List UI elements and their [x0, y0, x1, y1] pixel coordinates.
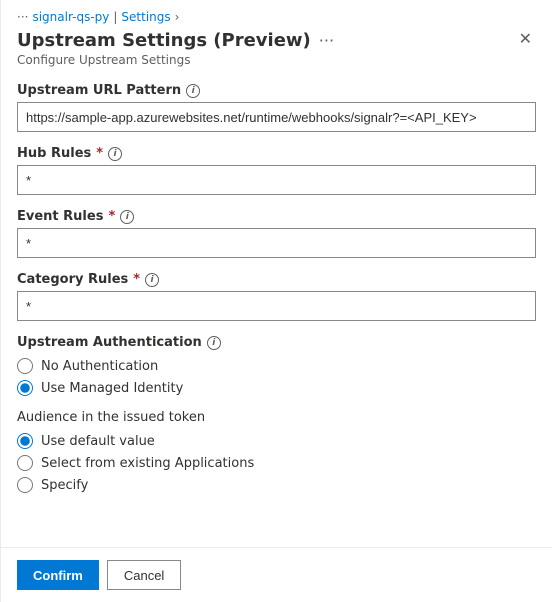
panel: ··· signalr-qs-py | Settings › Upstream …	[0, 0, 552, 602]
radio-no-auth[interactable]: No Authentication	[17, 358, 536, 374]
radio-existing-apps-label: Select from existing Applications	[41, 456, 254, 471]
radio-no-auth-label: No Authentication	[41, 359, 158, 374]
radio-no-auth-input[interactable]	[17, 358, 33, 374]
form-content: Upstream URL Pattern i Hub Rules * i Eve…	[1, 79, 552, 547]
category-rules-group: Category Rules * i	[17, 272, 536, 321]
header: Upstream Settings (Preview) ··· ✕	[1, 28, 552, 53]
breadcrumb-resource[interactable]: signalr-qs-py	[32, 10, 109, 24]
event-rules-label: Event Rules * i	[17, 209, 536, 224]
radio-default-value-label: Use default value	[41, 434, 155, 449]
hub-rules-info-icon[interactable]: i	[108, 147, 122, 161]
audience-options: Use default value Select from existing A…	[17, 433, 536, 493]
hub-rules-label: Hub Rules * i	[17, 146, 536, 161]
hub-rules-group: Hub Rules * i	[17, 146, 536, 195]
url-pattern-label: Upstream URL Pattern i	[17, 83, 536, 98]
radio-managed-identity-label: Use Managed Identity	[41, 381, 183, 396]
cancel-button[interactable]: Cancel	[107, 560, 181, 590]
radio-specify-label: Specify	[41, 478, 88, 493]
panel-subtitle: Configure Upstream Settings	[1, 53, 552, 79]
url-pattern-input[interactable]	[17, 102, 536, 132]
upstream-auth-options: No Authentication Use Managed Identity	[17, 358, 536, 396]
category-rules-info-icon[interactable]: i	[145, 273, 159, 287]
category-rules-label: Category Rules * i	[17, 272, 536, 287]
radio-specify[interactable]: Specify	[17, 477, 536, 493]
event-rules-group: Event Rules * i	[17, 209, 536, 258]
hub-rules-input[interactable]	[17, 165, 536, 195]
header-more-icon[interactable]: ···	[319, 31, 334, 50]
radio-default-value-input[interactable]	[17, 433, 33, 449]
upstream-auth-info-icon[interactable]: i	[207, 336, 221, 350]
radio-default-value[interactable]: Use default value	[17, 433, 536, 449]
header-left: Upstream Settings (Preview) ···	[17, 30, 334, 51]
footer: Confirm Cancel	[1, 547, 552, 602]
category-rules-input[interactable]	[17, 291, 536, 321]
audience-label: Audience in the issued token	[17, 410, 536, 425]
url-pattern-info-icon[interactable]: i	[186, 84, 200, 98]
audience-group: Audience in the issued token Use default…	[17, 410, 536, 493]
breadcrumb-settings[interactable]: Settings	[121, 10, 170, 24]
event-rules-input[interactable]	[17, 228, 536, 258]
radio-managed-identity-input[interactable]	[17, 380, 33, 396]
event-rules-info-icon[interactable]: i	[120, 210, 134, 224]
confirm-button[interactable]: Confirm	[17, 560, 99, 590]
breadcrumb-separator: |	[113, 10, 117, 24]
url-pattern-group: Upstream URL Pattern i	[17, 83, 536, 132]
breadcrumb: ··· signalr-qs-py | Settings ›	[1, 0, 552, 28]
radio-existing-apps[interactable]: Select from existing Applications	[17, 455, 536, 471]
upstream-auth-label: Upstream Authentication i	[17, 335, 536, 350]
close-button[interactable]: ✕	[515, 30, 536, 50]
radio-existing-apps-input[interactable]	[17, 455, 33, 471]
radio-specify-input[interactable]	[17, 477, 33, 493]
breadcrumb-arrow: ›	[175, 10, 180, 24]
page-title: Upstream Settings (Preview)	[17, 30, 311, 51]
radio-managed-identity[interactable]: Use Managed Identity	[17, 380, 536, 396]
upstream-auth-group: Upstream Authentication i No Authenticat…	[17, 335, 536, 396]
breadcrumb-dots[interactable]: ···	[17, 10, 28, 24]
